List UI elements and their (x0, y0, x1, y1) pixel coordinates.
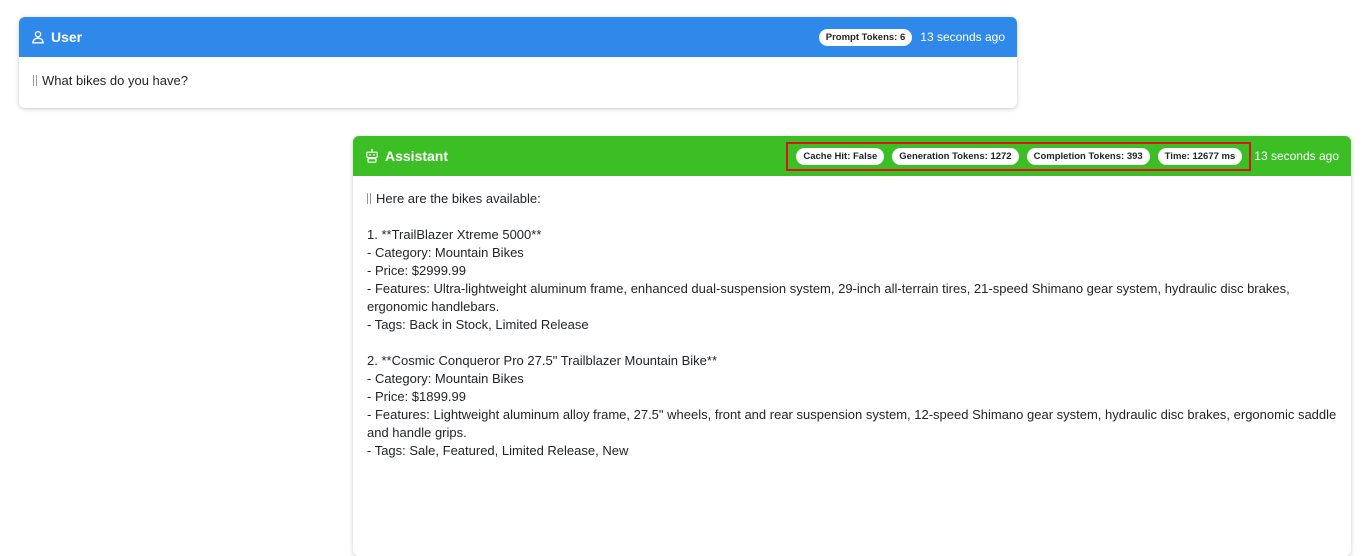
assistant-intro-text: Here are the bikes available: (376, 191, 541, 206)
bike-item-price: - Price: $2999.99 (367, 263, 467, 278)
user-message-text: What bikes do you have? (42, 73, 188, 88)
user-message-time: 13 seconds ago (920, 30, 1005, 44)
user-role-label: User (51, 29, 83, 45)
bike-item-price: - Price: $1899.99 (367, 389, 467, 404)
assistant-message-meta: Cache Hit: False Generation Tokens: 1272… (786, 141, 1339, 171)
bike-item-category: - Category: Mountain Bikes (367, 245, 524, 260)
prompt-tokens-badge: Prompt Tokens: 6 (818, 28, 913, 46)
drag-handle-icon (367, 191, 372, 204)
bike-item: 1. **TrailBlazer Xtreme 5000** - Categor… (367, 226, 1337, 334)
user-icon (31, 30, 45, 44)
completion-tokens-badge: Completion Tokens: 393 (1026, 147, 1150, 165)
user-message-card: User Prompt Tokens: 6 13 seconds ago Wha… (19, 17, 1017, 108)
bike-item: 2. **Cosmic Conqueror Pro 27.5" Trailbla… (367, 352, 1337, 460)
bike-item-title: 1. **TrailBlazer Xtreme 5000** (367, 227, 542, 242)
user-message-header: User Prompt Tokens: 6 13 seconds ago (19, 17, 1017, 57)
assistant-role-label: Assistant (385, 148, 449, 164)
assistant-role: Assistant (365, 148, 448, 164)
cache-hit-badge: Cache Hit: False (796, 147, 885, 165)
user-message-meta: Prompt Tokens: 6 13 seconds ago (818, 28, 1005, 46)
bike-item-title: 2. **Cosmic Conqueror Pro 27.5" Trailbla… (367, 353, 718, 368)
assistant-intro-line: Here are the bikes available: (367, 190, 1337, 208)
bike-item-features: - Features: Lightweight aluminum alloy f… (367, 407, 1337, 440)
assistant-message-card: Assistant Cache Hit: False Generation To… (353, 136, 1351, 556)
assistant-message-header: Assistant Cache Hit: False Generation To… (353, 136, 1351, 176)
drag-handle-icon (33, 73, 38, 86)
bike-item-tags: - Tags: Back in Stock, Limited Release (367, 317, 589, 332)
user-message-body: What bikes do you have? (19, 57, 1017, 105)
bike-item-tags: - Tags: Sale, Featured, Limited Release,… (367, 443, 629, 458)
bike-item-category: - Category: Mountain Bikes (367, 371, 524, 386)
assistant-message-time: 13 seconds ago (1254, 149, 1339, 163)
time-badge: Time: 12677 ms (1157, 147, 1243, 165)
robot-icon (365, 149, 379, 163)
metrics-badge-group: Cache Hit: False Generation Tokens: 1272… (786, 141, 1252, 171)
bike-item-features: - Features: Ultra-lightweight aluminum f… (367, 281, 1290, 314)
user-role: User (31, 29, 82, 45)
generation-tokens-badge: Generation Tokens: 1272 (892, 147, 1019, 165)
assistant-message-body: Here are the bikes available: 1. **Trail… (353, 176, 1351, 470)
